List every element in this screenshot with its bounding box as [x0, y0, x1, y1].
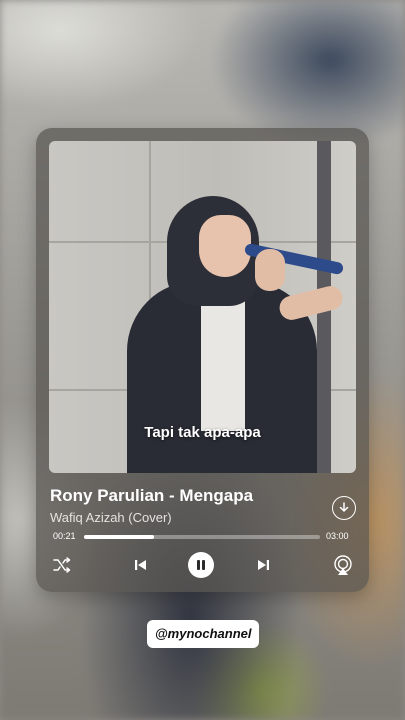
singer-hand: [277, 283, 345, 323]
singer-face: [199, 215, 251, 277]
music-player-card: Tapi tak apa-apa Rony Parulian - Mengapa…: [36, 128, 369, 592]
airplay-icon[interactable]: [332, 554, 354, 576]
singer-shirt: [201, 291, 245, 431]
channel-watermark: @mynochannel: [147, 620, 260, 648]
download-icon[interactable]: [332, 496, 356, 520]
shuffle-icon[interactable]: [52, 556, 72, 574]
pause-icon[interactable]: [188, 552, 214, 578]
lyric-caption: Tapi tak apa-apa: [144, 424, 261, 441]
skip-next-icon[interactable]: [256, 558, 270, 572]
singer-hand: [255, 249, 285, 291]
song-title: Rony Parulian - Mengapa: [50, 486, 254, 505]
current-time: 00:21: [53, 531, 76, 541]
progress-bar[interactable]: [84, 535, 320, 539]
pause-bar: [202, 560, 205, 570]
progress-fill: [84, 535, 154, 539]
artist-name: Wafiq Azizah (Cover): [50, 510, 172, 525]
total-time: 03:00: [326, 531, 349, 541]
video-frame[interactable]: Tapi tak apa-apa: [49, 141, 356, 473]
pause-bar: [197, 560, 200, 570]
skip-previous-icon[interactable]: [134, 558, 148, 572]
